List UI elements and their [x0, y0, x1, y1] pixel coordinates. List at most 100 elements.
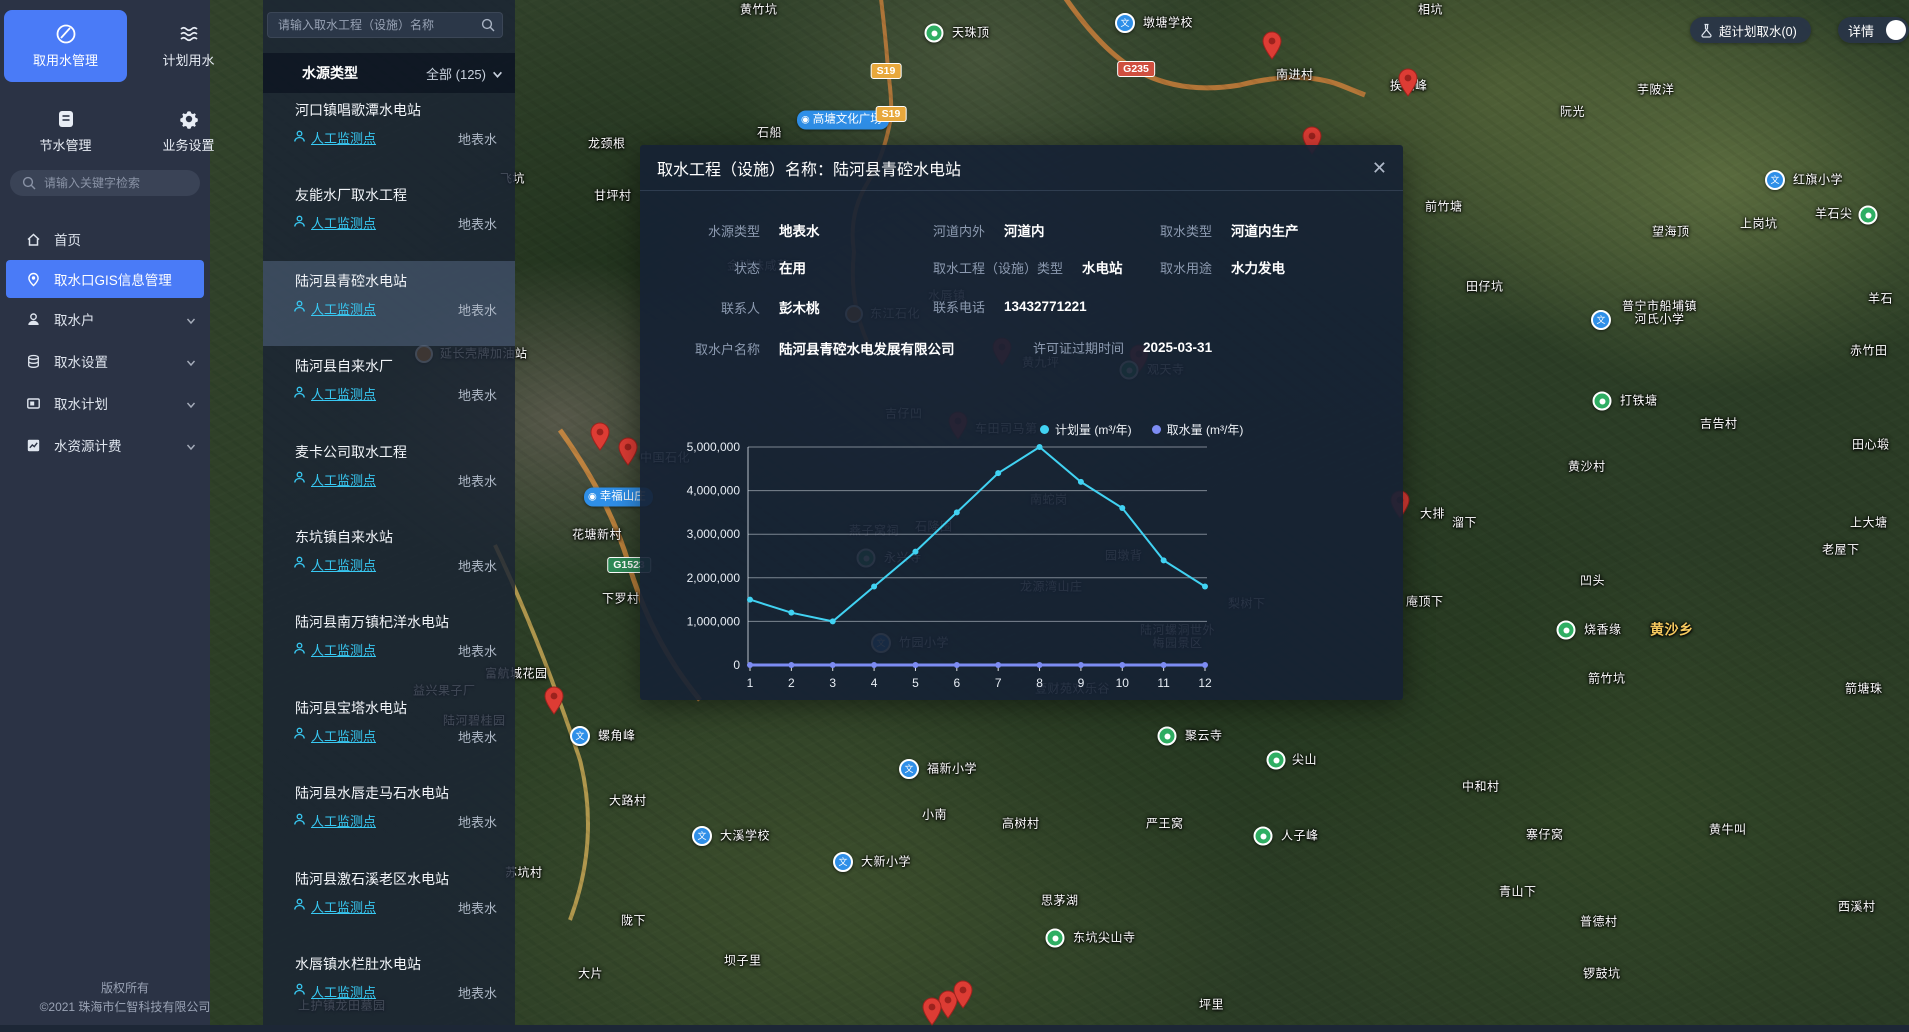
- green-poi-icon[interactable]: [1593, 392, 1612, 411]
- monitor-type-link[interactable]: 人工监测点: [293, 811, 376, 830]
- station-list-item[interactable]: 水唇镇水栏肚水电站人工监测点地表水: [263, 944, 515, 1029]
- sidebar-item-4[interactable]: 取水设置: [0, 340, 210, 382]
- monitor-type-link[interactable]: 人工监测点: [293, 213, 376, 232]
- field-value: 水电站: [1082, 257, 1123, 277]
- copyright-line1: 版权所有: [0, 979, 250, 998]
- station-list-item[interactable]: 陆河县自来水厂人工监测点地表水: [263, 346, 515, 431]
- station-list-item[interactable]: 友能水厂取水工程人工监测点 地表水: [263, 175, 515, 260]
- map-place-label: 人子峰: [1281, 830, 1319, 843]
- monitor-type-link[interactable]: 人工监测点: [293, 299, 376, 318]
- sidebar-search-input[interactable]: [10, 170, 200, 196]
- field-value: 彭木桃: [779, 297, 820, 317]
- red-pin-icon[interactable]: [1397, 68, 1419, 98]
- sidebar-item-3[interactable]: 取水户: [0, 298, 210, 340]
- app-tile-3[interactable]: 节水管理: [4, 95, 127, 167]
- monitor-type-link[interactable]: 人工监测点: [293, 555, 376, 574]
- station-search-input[interactable]: [267, 12, 503, 38]
- road-badge: S19: [876, 106, 907, 122]
- red-pin-icon[interactable]: [952, 980, 974, 1010]
- green-poi-icon[interactable]: [1158, 727, 1177, 746]
- monitor-type-link[interactable]: 人工监测点: [293, 470, 376, 489]
- school-marker-icon[interactable]: 文: [692, 826, 712, 846]
- monitor-label: 人工监测点: [311, 128, 376, 147]
- school-marker-icon[interactable]: 文: [833, 852, 853, 872]
- monitor-type-link[interactable]: 人工监测点: [293, 128, 376, 147]
- app-tile-2[interactable]: 计划用水: [127, 10, 250, 82]
- monitor-type-link[interactable]: 人工监测点: [293, 726, 376, 745]
- station-name: 陆河县宝塔水电站: [295, 698, 407, 718]
- school-marker-icon[interactable]: 文: [1765, 170, 1785, 190]
- station-list-panel: 水源类型 全部 (125) 河口镇唱歌潭水电站人工监测点地表水友能水厂取水工程人…: [263, 0, 515, 1025]
- green-poi-icon[interactable]: [925, 24, 944, 43]
- svg-text:7: 7: [995, 676, 1002, 690]
- station-list-item[interactable]: 陆河县宝塔水电站人工监测点地表水: [263, 688, 515, 773]
- svg-text:11: 11: [1157, 676, 1170, 690]
- detail-toggle[interactable]: 详情: [1838, 17, 1909, 43]
- station-list-item[interactable]: 河口镇唱歌潭水电站人工监测点 地表水: [263, 90, 515, 175]
- map-place-label: 坪里: [1199, 999, 1224, 1012]
- sidebar-item-5[interactable]: 取水计划: [0, 382, 210, 424]
- chevron-down-icon[interactable]: [186, 356, 196, 366]
- green-poi-icon[interactable]: [1267, 751, 1286, 770]
- map-place-label: 阮光: [1560, 106, 1585, 119]
- close-icon[interactable]: ✕: [1372, 159, 1387, 177]
- station-list-item[interactable]: 陆河县南万镇杞洋水电站人工监测点地表水: [263, 602, 515, 687]
- sidebar-item-2[interactable]: 取水口GIS信息管理: [6, 260, 204, 298]
- map-place-label: 下罗村: [602, 593, 640, 606]
- search-icon[interactable]: [481, 18, 495, 32]
- toggle-knob[interactable]: [1886, 20, 1906, 40]
- field-value: 陆河县青硿水电发展有限公司: [779, 338, 955, 358]
- map-place-label: 红旗小学: [1793, 174, 1843, 187]
- green-poi-icon[interactable]: [1557, 621, 1576, 640]
- red-pin-icon[interactable]: [617, 437, 639, 467]
- monitor-type-link[interactable]: 人工监测点: [293, 897, 376, 916]
- chevron-down-icon[interactable]: [186, 440, 196, 450]
- station-name: 水唇镇水栏肚水电站: [295, 954, 421, 974]
- map-place-label: 上岗坑: [1740, 218, 1778, 231]
- field-value: 河道内生产: [1231, 220, 1299, 240]
- station-list-item[interactable]: 陆河县水唇走马石水电站人工监测点地表水: [263, 773, 515, 858]
- station-name: 河口镇唱歌潭水电站: [295, 100, 421, 120]
- map-place-label: 锣鼓坑: [1583, 968, 1621, 981]
- filter-value[interactable]: 全部 (125): [426, 64, 486, 83]
- svg-text:10: 10: [1116, 676, 1130, 690]
- map-place-label: 天珠顶: [952, 27, 990, 40]
- red-pin-icon[interactable]: [1261, 31, 1283, 61]
- app-tile-4[interactable]: 业务设置: [127, 95, 250, 167]
- school-marker-icon[interactable]: 文: [570, 726, 590, 746]
- green-poi-icon[interactable]: [1859, 206, 1878, 225]
- station-list-item[interactable]: 陆河县激石溪老区水电站人工监测点地表水: [263, 859, 515, 944]
- waves-icon: [178, 23, 200, 45]
- sidebar-item-1[interactable]: 首页: [0, 218, 210, 260]
- map-place-label: 大溪学校: [720, 830, 770, 843]
- red-pin-icon[interactable]: [921, 997, 943, 1027]
- station-list-item[interactable]: 东坑镇自来水站人工监测点地表水: [263, 517, 515, 602]
- field-value: 13432771221: [1004, 299, 1087, 314]
- notebook-icon: [55, 108, 77, 130]
- over-plan-intake-button[interactable]: 超计划取水(0): [1690, 17, 1811, 43]
- station-list-item[interactable]: 陆河县青硿水电站人工监测点地表水: [263, 261, 515, 346]
- water-source-type: 地表水: [458, 129, 497, 148]
- chevron-down-icon[interactable]: [186, 398, 196, 408]
- app-tile-1[interactable]: 取用水管理: [4, 10, 127, 82]
- green-poi-icon[interactable]: [1046, 929, 1065, 948]
- red-pin-icon[interactable]: [543, 686, 565, 716]
- red-pin-icon[interactable]: [589, 422, 611, 452]
- station-name: 友能水厂取水工程: [295, 185, 407, 205]
- water-source-type: 地表水: [458, 300, 497, 319]
- svg-text:4: 4: [871, 676, 878, 690]
- monitor-type-link[interactable]: 人工监测点: [293, 384, 376, 403]
- station-list-item[interactable]: 麦卡公司取水工程人工监测点地表水: [263, 432, 515, 517]
- school-marker-icon[interactable]: 文: [899, 759, 919, 779]
- sidebar-item-6[interactable]: 水资源计费: [0, 424, 210, 466]
- monitor-type-link[interactable]: 人工监测点: [293, 982, 376, 1001]
- chevron-down-icon[interactable]: [186, 314, 196, 324]
- school-marker-icon[interactable]: 文: [1591, 310, 1611, 330]
- field-value: 地表水: [779, 220, 820, 240]
- monitor-type-link[interactable]: 人工监测点: [293, 640, 376, 659]
- green-poi-icon[interactable]: [1254, 827, 1273, 846]
- school-marker-icon[interactable]: 文: [1115, 13, 1135, 33]
- svg-text:4,000,000: 4,000,000: [687, 484, 741, 498]
- chevron-down-icon[interactable]: [492, 69, 503, 80]
- water-source-type: 地表水: [458, 214, 497, 233]
